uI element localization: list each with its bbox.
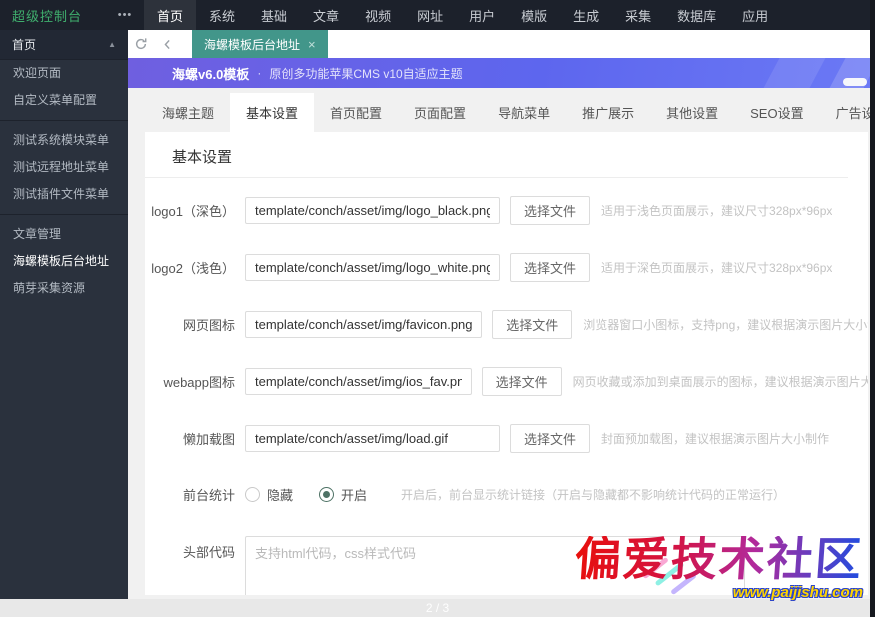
lazyload-path-input[interactable]: [245, 425, 500, 452]
sidebar-group-label: 首页: [12, 38, 37, 52]
sidebar-group-home[interactable]: 首页 ▲: [0, 30, 128, 60]
tab-conch-theme[interactable]: 海螺主题: [146, 93, 230, 132]
workspace-tab[interactable]: 海螺模板后台地址 ×: [192, 30, 328, 58]
workspace-tab-label: 海螺模板后台地址: [204, 37, 301, 52]
tab-basic-settings[interactable]: 基本设置: [230, 93, 315, 132]
form-row-logo1: logo1（深色） 选择文件 适用于浅色页面展示，建议尺寸328px*96px: [145, 196, 868, 225]
webapp-icon-path-input[interactable]: [245, 368, 472, 395]
form-row-webapp-icon: webapp图标 选择文件 网页收藏或添加到桌面展示的图标，建议根据演示图片大小…: [145, 367, 868, 396]
back-icon[interactable]: [154, 30, 180, 58]
header-code-textarea[interactable]: [245, 536, 745, 595]
pagination-indicator: 2 / 3: [425, 601, 450, 615]
brand-logo: 超级控制台: [12, 8, 83, 24]
sidebar-item-test-system[interactable]: 测试系统模块菜单: [0, 127, 128, 154]
sidebar-divider: [0, 214, 128, 215]
radio-label: 隐藏: [267, 488, 294, 503]
banner-separator: ·: [257, 66, 262, 80]
logo2-path-input[interactable]: [245, 254, 500, 281]
topnav-item-generate[interactable]: 生成: [560, 0, 612, 30]
favicon-path-input[interactable]: [245, 311, 483, 338]
topbar: 超级控制台 ••• 首页 系统 基础 文章 视频 网址 用户 模版 生成 采集 …: [0, 0, 875, 30]
tab-page-config[interactable]: 页面配置: [398, 93, 482, 132]
topnav-item-website[interactable]: 网址: [404, 0, 456, 30]
topnav: 首页 系统 基础 文章 视频 网址 用户 模版 生成 采集 数据库 应用: [144, 0, 781, 30]
radio-icon: [245, 487, 260, 502]
radio-label: 开启: [341, 488, 368, 503]
topnav-item-user[interactable]: 用户: [456, 0, 508, 30]
close-icon[interactable]: ×: [308, 38, 316, 51]
form-row-stats: 前台统计 隐藏 开启 开启后，前台显示统计链接（开启与隐藏都不影响统计代码的正常…: [145, 485, 868, 504]
window-edge: [870, 0, 875, 617]
sidebar-divider: [0, 120, 128, 121]
app-window: 超级控制台 ••• 首页 系统 基础 文章 视频 网址 用户 模版 生成 采集 …: [0, 0, 875, 617]
topnav-item-system[interactable]: 系统: [196, 0, 248, 30]
radio-open[interactable]: 开启: [319, 485, 367, 504]
field-hint: 网页收藏或添加到桌面展示的图标，建议根据演示图片大小制作: [572, 375, 868, 389]
topnav-item-apps[interactable]: 应用: [729, 0, 781, 30]
banner-deco-stripe: [759, 58, 829, 88]
field-label: webapp图标: [163, 375, 235, 390]
field-label: logo2（浅色）: [151, 261, 235, 276]
field-hint: 封面预加载图，建议根据演示图片大小制作: [601, 432, 830, 446]
tab-nav-menu[interactable]: 导航菜单: [482, 93, 566, 132]
choose-file-button[interactable]: 选择文件: [510, 196, 591, 225]
tab-seo-settings[interactable]: SEO设置: [734, 93, 819, 132]
banner-title: 海螺v6.0模板: [172, 66, 250, 82]
field-label: 懒加载图: [182, 432, 235, 447]
tab-promo-display[interactable]: 推广展示: [566, 93, 650, 132]
sidebar-item-test-plugin[interactable]: 测试插件文件菜单: [0, 181, 128, 208]
radio-hide[interactable]: 隐藏: [245, 485, 293, 504]
sidebar-item-custom-menu[interactable]: 自定义菜单配置: [0, 87, 128, 114]
sidebar-item-test-remote[interactable]: 测试远程地址菜单: [0, 154, 128, 181]
stats-radio-group: 隐藏 开启: [245, 485, 367, 504]
choose-file-button[interactable]: 选择文件: [510, 424, 591, 453]
promo-banner: 海螺v6.0模板 · 原创多功能苹果CMS v10自适应主题: [128, 58, 875, 88]
more-icon[interactable]: •••: [112, 9, 138, 21]
settings-card: 基本设置 logo1（深色） 选择文件 适用于浅色页面展示，建议尺寸328px*…: [145, 132, 868, 595]
field-hint: 浏览器窗口小图标，支持png，建议根据演示图片大小制作: [583, 318, 868, 332]
sidebar-item-mengya-collect[interactable]: 萌芽采集资源: [0, 275, 128, 302]
choose-file-button[interactable]: 选择文件: [481, 367, 562, 396]
choose-file-button[interactable]: 选择文件: [510, 253, 591, 282]
tab-other-settings[interactable]: 其他设置: [650, 93, 734, 132]
section-divider: [145, 177, 848, 178]
topnav-item-home[interactable]: 首页: [144, 0, 197, 30]
form-row-header-code: 头部代码: [145, 536, 868, 595]
bottombar: 2 / 3: [0, 599, 875, 617]
topnav-item-database[interactable]: 数据库: [664, 0, 729, 30]
topnav-item-basic[interactable]: 基础: [248, 0, 300, 30]
radio-icon-selected: [319, 487, 335, 502]
form-row-favicon: 网页图标 选择文件 浏览器窗口小图标，支持png，建议根据演示图片大小制作: [145, 310, 868, 339]
topnav-item-video[interactable]: 视频: [352, 0, 404, 30]
topnav-item-article[interactable]: 文章: [300, 0, 352, 30]
form-row-lazyload: 懒加载图 选择文件 封面预加载图，建议根据演示图片大小制作: [145, 424, 868, 453]
field-label: 前台统计: [182, 488, 235, 503]
chevron-up-icon: ▲: [108, 40, 116, 49]
sidebar-item-conch-admin[interactable]: 海螺模板后台地址: [0, 248, 128, 275]
topnav-item-collect[interactable]: 采集: [612, 0, 664, 30]
form-row-logo2: logo2（浅色） 选择文件 适用于深色页面展示，建议尺寸328px*96px: [145, 253, 868, 282]
field-hint: 适用于浅色页面展示，建议尺寸328px*96px: [601, 204, 833, 218]
banner-subtitle: 原创多功能苹果CMS v10自适应主题: [269, 66, 463, 81]
main-area: 海螺模板后台地址 × 海螺v6.0模板 · 原创多功能苹果CMS v10自适应主…: [128, 30, 875, 599]
choose-file-button[interactable]: 选择文件: [492, 310, 573, 339]
logo1-path-input[interactable]: [245, 197, 500, 224]
field-hint: 开启后，前台显示统计链接（开启与隐藏都不影响统计代码的正常运行）: [401, 488, 786, 502]
section-title: 基本设置: [172, 149, 233, 166]
field-hint: 适用于深色页面展示，建议尺寸328px*96px: [601, 261, 833, 275]
sidebar-item-article-manage[interactable]: 文章管理: [0, 221, 128, 248]
topnav-item-template[interactable]: 模版: [508, 0, 560, 30]
refresh-icon[interactable]: [128, 30, 154, 58]
field-label: 网页图标: [182, 318, 235, 333]
settings-tabs: 海螺主题 基本设置 首页配置 页面配置 导航菜单 推广展示 其他设置 SEO设置…: [128, 88, 875, 132]
field-label: 头部代码: [182, 545, 235, 560]
workspace-tabstrip: 海螺模板后台地址 ×: [128, 30, 875, 58]
banner-scroll-pill: [843, 78, 867, 86]
tab-ad-settings[interactable]: 广告设置: [820, 93, 875, 132]
sidebar-item-welcome[interactable]: 欢迎页面: [0, 60, 128, 87]
field-label: logo1（深色）: [151, 204, 235, 219]
sidebar: 首页 ▲ 欢迎页面 自定义菜单配置 测试系统模块菜单 测试远程地址菜单 测试插件…: [0, 30, 128, 599]
tab-home-config[interactable]: 首页配置: [314, 93, 398, 132]
